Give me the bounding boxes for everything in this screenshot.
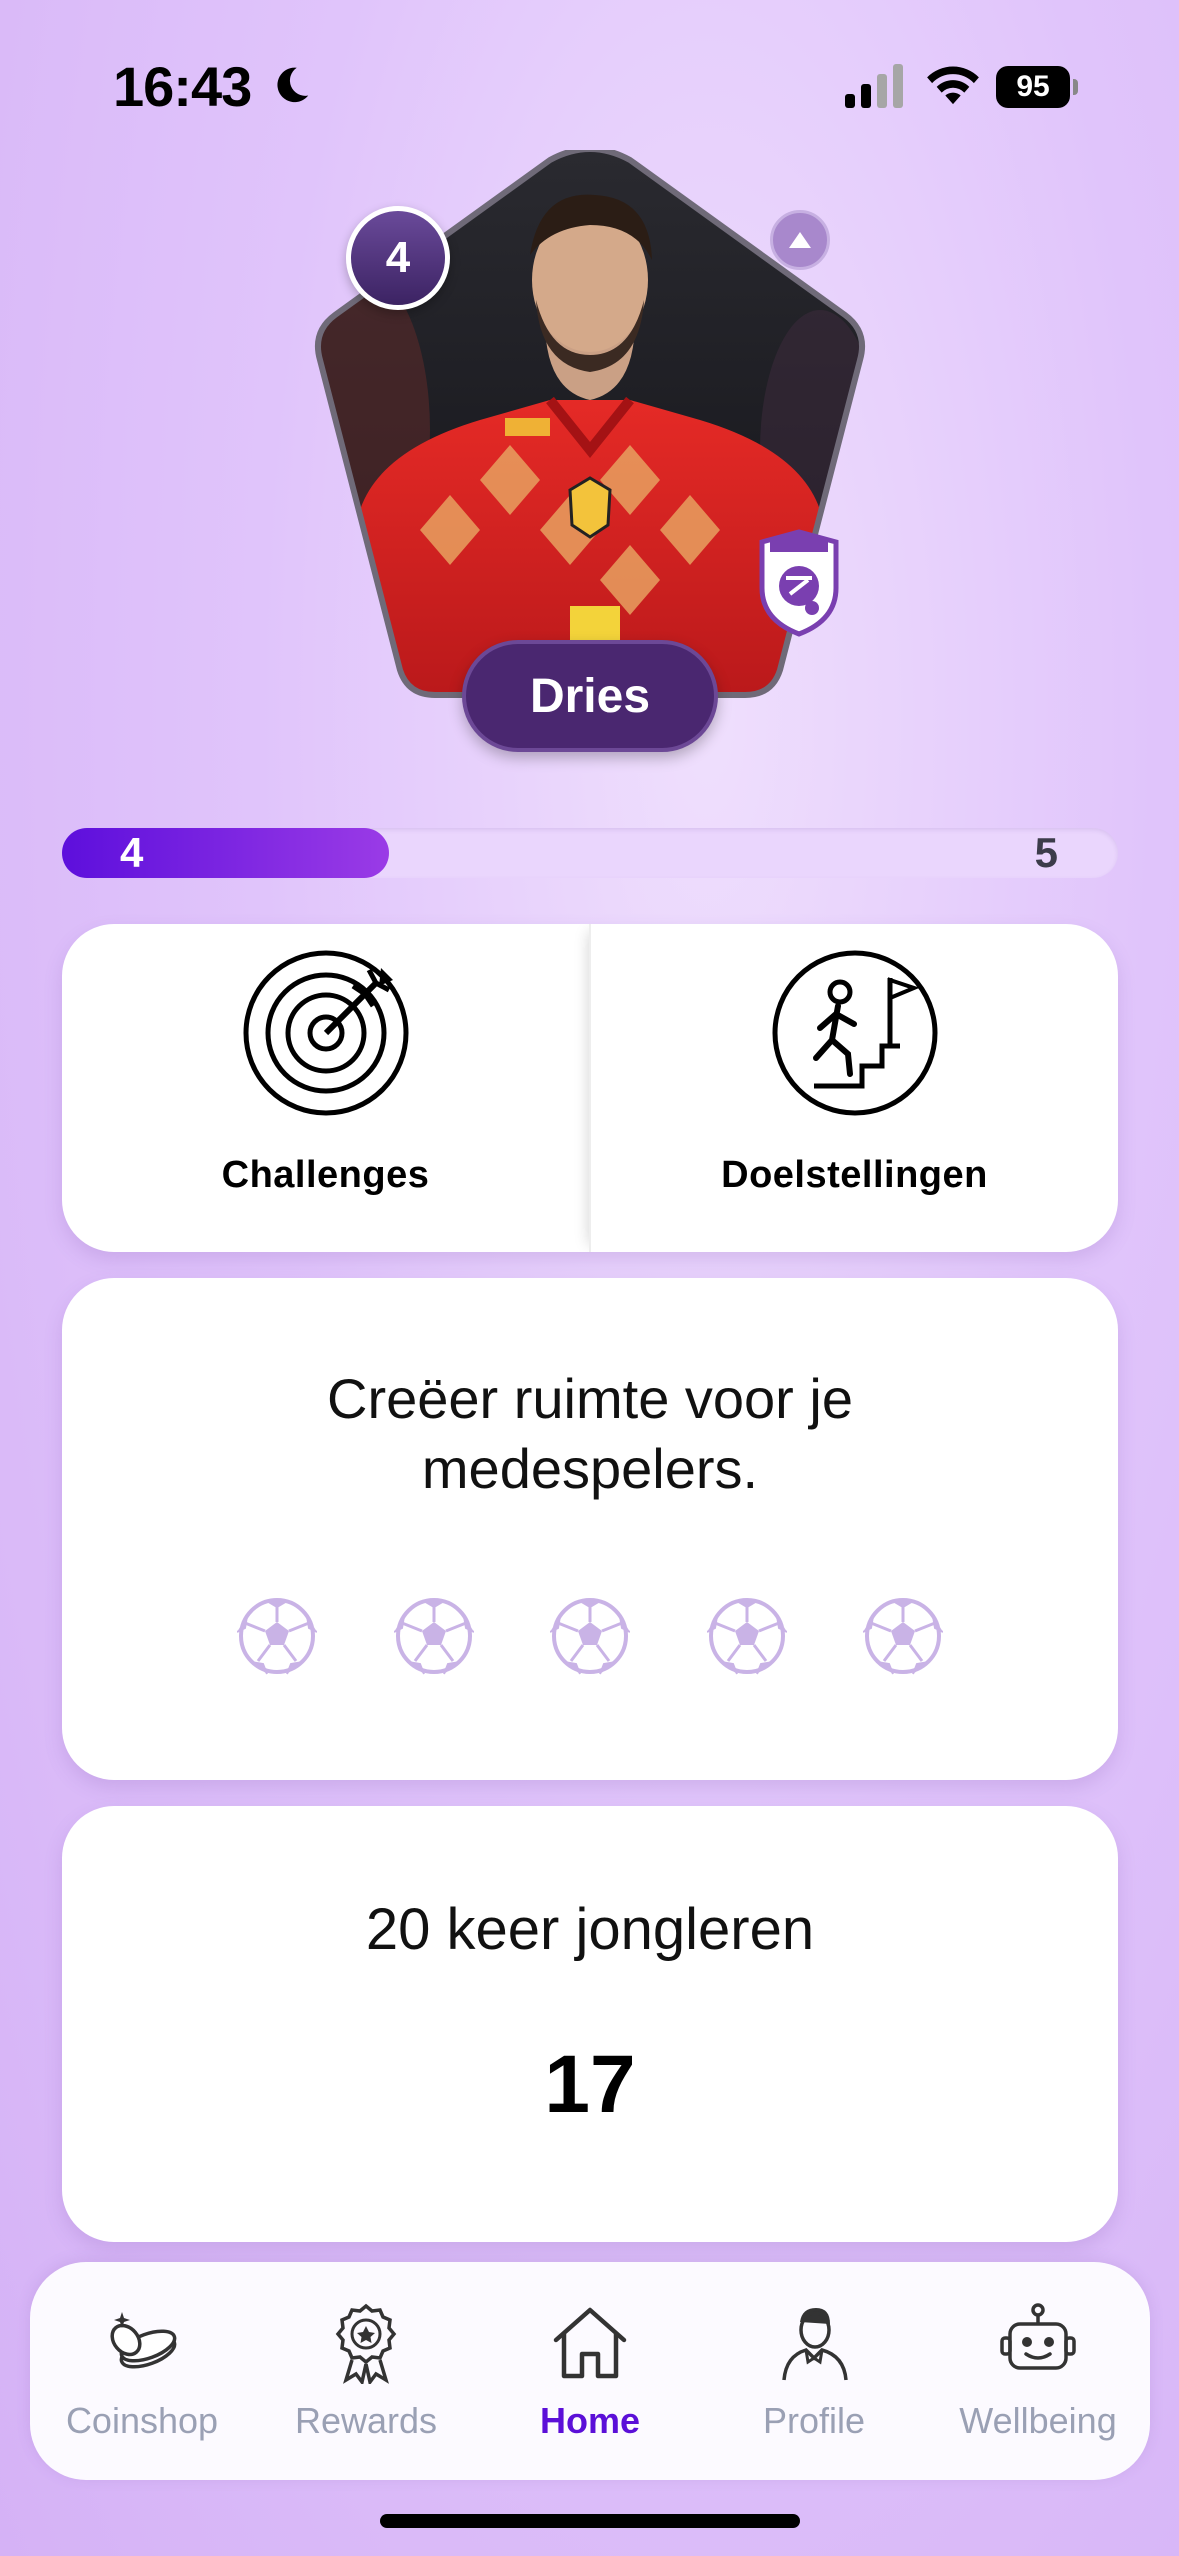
football-rating-icon bbox=[237, 1598, 317, 1675]
coins-icon bbox=[110, 2312, 177, 2369]
tab-rewards-label: Rewards bbox=[294, 2400, 438, 2441]
tab-coinshop-label: Coinshop bbox=[65, 2400, 219, 2441]
tab-profile-label: Profile bbox=[762, 2400, 866, 2441]
goals-button[interactable]: Doelstellingen bbox=[589, 924, 1118, 1252]
tab-rewards[interactable]: Rewards bbox=[254, 2262, 478, 2480]
battery-tip bbox=[1073, 79, 1078, 95]
challenge-rating bbox=[237, 1596, 943, 1676]
football-rating-icon bbox=[706, 1598, 787, 1675]
current-level: 4 bbox=[120, 829, 144, 876]
target-icon bbox=[243, 950, 408, 1116]
current-challenge-card[interactable]: Creëer ruimte voor je medespelers. bbox=[62, 1278, 1118, 1780]
tab-home-label: Home bbox=[539, 2400, 641, 2441]
goal-title: 20 keer jongleren bbox=[365, 1897, 815, 1962]
current-goal-card[interactable]: 20 keer jongleren 17 bbox=[62, 1806, 1118, 2242]
home-indicator[interactable] bbox=[380, 2514, 800, 2528]
tab-coinshop[interactable]: Coinshop bbox=[30, 2262, 254, 2480]
next-level: 5 bbox=[1034, 829, 1058, 876]
chevron-up-icon bbox=[789, 232, 811, 248]
challenge-text: Creëer ruimte voor je medespelers. bbox=[327, 1367, 853, 1500]
goal-count: 17 bbox=[544, 2039, 636, 2130]
profile-icon bbox=[782, 2308, 848, 2381]
medal-icon bbox=[335, 2303, 397, 2384]
wifi-icon bbox=[927, 66, 979, 105]
actions-card: Challenges Doelstellingen bbox=[62, 924, 1118, 1252]
challenges-button[interactable]: Challenges bbox=[62, 924, 589, 1252]
tab-wellbeing-label: Wellbeing bbox=[959, 2400, 1117, 2441]
player-level-badge: 4 bbox=[346, 206, 450, 310]
tab-home[interactable]: Home bbox=[478, 2262, 702, 2480]
challenges-label: Challenges bbox=[221, 1154, 430, 1196]
football-rating-icon bbox=[393, 1598, 474, 1675]
goals-label: Doelstellingen bbox=[721, 1154, 988, 1196]
robot-icon bbox=[1000, 2303, 1076, 2370]
signal-icon bbox=[845, 64, 903, 108]
moon-icon bbox=[277, 67, 309, 103]
football-rating-icon bbox=[863, 1598, 943, 1675]
battery-level: 95 bbox=[996, 66, 1070, 108]
tab-wellbeing[interactable]: Wellbeing bbox=[926, 2262, 1150, 2480]
stairs-flag-icon bbox=[772, 950, 937, 1116]
level-up-button[interactable] bbox=[770, 210, 830, 270]
status-time: 16:43 bbox=[113, 55, 252, 118]
player-hero: 4 Dries bbox=[300, 150, 880, 770]
football-rating-icon bbox=[550, 1598, 630, 1675]
home-icon bbox=[553, 2307, 627, 2379]
player-name[interactable]: Dries bbox=[462, 640, 718, 752]
club-crest-icon bbox=[759, 529, 839, 637]
status-bar: 16:43 95 bbox=[0, 0, 1179, 170]
battery-icon: 95 bbox=[996, 66, 1078, 108]
level-progress-fill bbox=[62, 828, 390, 878]
tab-bar: Coinshop Rewards Home Profile Wellbeing bbox=[30, 2262, 1150, 2480]
level-progress-bar: 4 5 bbox=[62, 828, 1118, 878]
tab-profile[interactable]: Profile bbox=[702, 2262, 926, 2480]
